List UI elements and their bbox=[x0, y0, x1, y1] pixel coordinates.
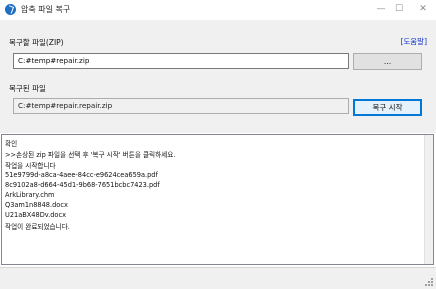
log-line: 8c9102a8-d664-45d1-9b68-7651bcbc7423.pdf bbox=[5, 181, 160, 189]
log-line: 작업이 완료되었습니다. bbox=[5, 223, 70, 231]
log-line: ArkLibrary.chm bbox=[5, 191, 55, 199]
log-line: 51e9799d-a8ca-4aee-84cc-e9624cea659a.pdf bbox=[5, 171, 158, 179]
recover-file-label: 복구할 파일(ZIP) bbox=[9, 38, 64, 47]
resize-grip-icon[interactable] bbox=[425, 278, 433, 286]
start-recovery-button[interactable]: 복구 시작 bbox=[353, 99, 422, 116]
log-line: 확인 bbox=[5, 140, 18, 148]
window-title: 압축 파일 복구 bbox=[21, 5, 71, 14]
app-logo-icon bbox=[5, 4, 16, 15]
minimize-button[interactable]: — bbox=[373, 2, 389, 16]
browse-button[interactable]: ... bbox=[353, 53, 422, 70]
output-path-field: C:#temp#repair.repair.zip bbox=[13, 98, 349, 114]
status-bar bbox=[0, 267, 436, 289]
output-file-label: 복구된 파일 bbox=[9, 84, 46, 93]
log-scrollbar[interactable] bbox=[424, 135, 433, 264]
log-line: 작업을 시작합니다 bbox=[5, 162, 56, 170]
help-link[interactable]: [도움말] bbox=[400, 36, 427, 47]
log-line: >>손상된 zip 파일을 선택 후 '복구 시작' 버튼을 클릭하세요. bbox=[5, 151, 176, 159]
source-path-input[interactable]: C:#temp#repair.zip bbox=[13, 53, 349, 69]
options-panel: 복구할 파일(ZIP) [도움말] C:#temp#repair.zip ...… bbox=[0, 20, 436, 133]
log-output[interactable]: 확인 >>손상된 zip 파일을 선택 후 '복구 시작' 버튼을 클릭하세요.… bbox=[1, 134, 434, 265]
title-bar: 압축 파일 복구 — ☐ ✕ bbox=[0, 0, 436, 20]
maximize-button[interactable]: ☐ bbox=[391, 2, 407, 16]
log-line: Q3am1n8848.docx bbox=[5, 201, 68, 209]
close-button[interactable]: ✕ bbox=[415, 2, 431, 16]
log-line: U21aBX48Dv.docx bbox=[5, 211, 66, 219]
